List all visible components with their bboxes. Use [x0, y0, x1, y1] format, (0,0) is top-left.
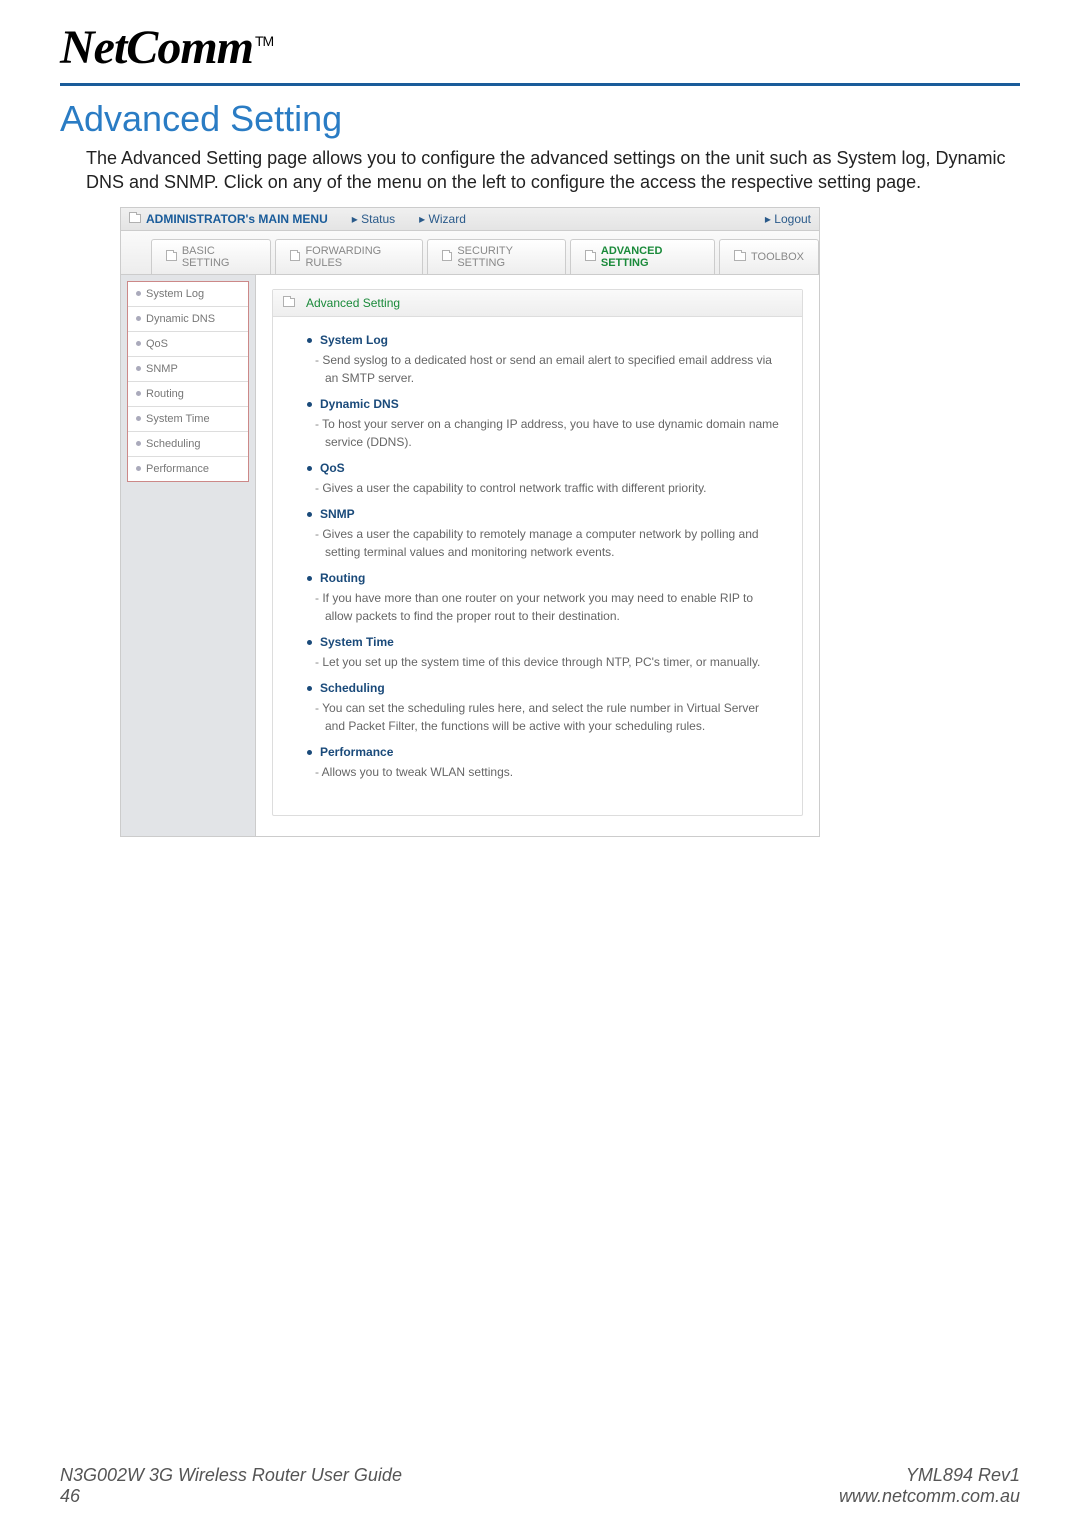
router-admin-screenshot: ADMINISTRATOR's MAIN MENU ▸ Status ▸ Wiz… [120, 207, 820, 837]
chevron-right-icon: ▸ [352, 212, 358, 226]
sidebar-item-system-log[interactable]: System Log [128, 282, 248, 307]
folder-icon [129, 214, 141, 223]
sidebar-item-dynamic-dns[interactable]: Dynamic DNS [128, 307, 248, 332]
sidebar-item-qos[interactable]: QoS [128, 332, 248, 357]
desc-qos: Gives a user the capability to control n… [325, 479, 780, 497]
admin-content: Advanced Setting System Log Send syslog … [256, 275, 819, 836]
desc-system-log: Send syslog to a dedicated host or send … [325, 351, 780, 387]
logo-area: NetCommTM [60, 20, 1020, 86]
main-menu-label: ADMINISTRATOR's MAIN MENU [146, 212, 328, 226]
folder-icon [166, 252, 177, 261]
status-link[interactable]: ▸ Status [352, 212, 395, 226]
folder-icon [283, 298, 295, 307]
folder-icon [734, 252, 746, 261]
sidebar-item-performance[interactable]: Performance [128, 457, 248, 481]
tab-advanced-setting[interactable]: ADVANCED SETTING [570, 239, 715, 274]
folder-icon [290, 252, 301, 261]
footer-doc-rev: YML894 Rev1 [839, 1465, 1020, 1486]
footer-url: www.netcomm.com.au [839, 1486, 1020, 1507]
folder-icon [585, 252, 596, 261]
desc-snmp: Gives a user the capability to remotely … [325, 525, 780, 561]
admin-topbar: ADMINISTRATOR's MAIN MENU ▸ Status ▸ Wiz… [121, 208, 819, 231]
footer-guide-title: N3G002W 3G Wireless Router User Guide [60, 1465, 402, 1486]
topic-scheduling[interactable]: Scheduling [307, 681, 780, 695]
topic-routing[interactable]: Routing [307, 571, 780, 585]
topic-dynamic-dns[interactable]: Dynamic DNS [307, 397, 780, 411]
trademark: TM [255, 33, 273, 49]
brand-logo: NetCommTM [60, 21, 273, 74]
sidebar-item-system-time[interactable]: System Time [128, 407, 248, 432]
tab-forwarding-rules[interactable]: FORWARDING RULES [275, 239, 423, 274]
tab-security-setting[interactable]: SECURITY SETTING [427, 239, 567, 274]
desc-performance: Allows you to tweak WLAN settings. [325, 763, 780, 781]
desc-system-time: Let you set up the system time of this d… [325, 653, 780, 671]
folder-icon [442, 252, 453, 261]
tab-basic-setting[interactable]: BASIC SETTING [151, 239, 271, 274]
desc-routing: If you have more than one router on your… [325, 589, 780, 625]
desc-dynamic-dns: To host your server on a changing IP add… [325, 415, 780, 451]
content-panel-title: Advanced Setting [306, 296, 400, 310]
desc-scheduling: You can set the scheduling rules here, a… [325, 699, 780, 735]
sidebar-item-snmp[interactable]: SNMP [128, 357, 248, 382]
sidebar-item-routing[interactable]: Routing [128, 382, 248, 407]
admin-tab-bar: BASIC SETTING FORWARDING RULES SECURITY … [121, 231, 819, 275]
sidebar-item-scheduling[interactable]: Scheduling [128, 432, 248, 457]
topic-system-log[interactable]: System Log [307, 333, 780, 347]
chevron-right-icon: ▸ [765, 212, 771, 226]
page-footer: N3G002W 3G Wireless Router User Guide 46… [0, 1465, 1080, 1507]
topic-performance[interactable]: Performance [307, 745, 780, 759]
topic-qos[interactable]: QoS [307, 461, 780, 475]
footer-page-number: 46 [60, 1486, 402, 1507]
chevron-right-icon: ▸ [419, 212, 425, 226]
topic-system-time[interactable]: System Time [307, 635, 780, 649]
tab-toolbox[interactable]: TOOLBOX [719, 239, 819, 274]
intro-paragraph: The Advanced Setting page allows you to … [86, 146, 1020, 195]
topic-snmp[interactable]: SNMP [307, 507, 780, 521]
content-panel-header: Advanced Setting [273, 290, 802, 317]
page-title: Advanced Setting [60, 98, 1020, 140]
logout-link[interactable]: ▸ Logout [765, 212, 811, 226]
wizard-link[interactable]: ▸ Wizard [419, 212, 466, 226]
admin-sidebar: System Log Dynamic DNS QoS SNMP Routing … [121, 275, 256, 836]
brand-name: NetComm [60, 21, 253, 74]
